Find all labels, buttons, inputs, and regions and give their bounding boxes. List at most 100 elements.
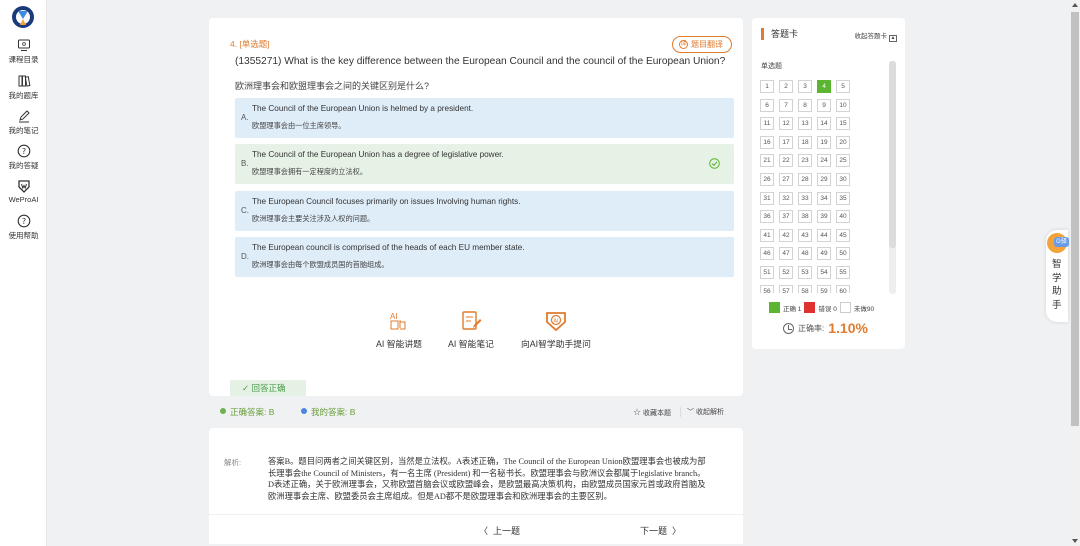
question-number-button[interactable]: 29 [817, 173, 831, 186]
question-number-button[interactable]: 43 [798, 228, 812, 242]
question-number-button[interactable]: 23 [798, 154, 812, 168]
question-number-button[interactable]: 10 [836, 98, 850, 112]
favorite-button[interactable]: ☆ 收藏本题 [633, 407, 671, 418]
question-number-button[interactable]: 52 [779, 266, 793, 279]
question-number-button[interactable]: 2 [779, 80, 793, 93]
question-number-button[interactable]: 33 [798, 191, 812, 205]
question-number-button[interactable]: 6 [760, 98, 774, 112]
question-number-button[interactable]: 12 [779, 117, 793, 131]
question-number-button[interactable]: 60 [836, 284, 850, 293]
question-number-button[interactable]: 27 [779, 173, 793, 186]
collapse-answer-sheet-button[interactable]: 收起答题卡 ▲ [855, 30, 897, 42]
option-b[interactable]: B. The Council of the European Union has… [235, 144, 734, 184]
question-number-button[interactable]: 9 [817, 98, 831, 112]
sidebar-item-weproai[interactable]: WeProAI [0, 179, 47, 204]
section-label: 单选题 [761, 63, 782, 70]
translate-button[interactable]: 译 题目翻译 [672, 36, 732, 53]
question-number-button[interactable]: 58 [798, 284, 812, 293]
sidebar-item-notes[interactable]: 我的笔记 [0, 109, 47, 136]
prev-question-button[interactable]: 〈 上一题 [479, 524, 520, 537]
question-number-button[interactable]: 40 [836, 210, 850, 224]
ai-shield-icon: AI [546, 312, 566, 332]
question-number-button[interactable]: 37 [779, 210, 793, 224]
question-number-button[interactable]: 46 [760, 247, 774, 261]
option-text-cn: 欧盟理事会拥有一定程度的立法权。 [252, 167, 368, 176]
question-number-button[interactable]: 36 [760, 210, 774, 224]
question-number-button[interactable]: 26 [760, 173, 774, 186]
question-number-button[interactable]: 54 [817, 266, 831, 279]
question-number-button[interactable]: 50 [836, 247, 850, 261]
question-number-button[interactable]: 53 [798, 266, 812, 279]
app-logo-icon[interactable] [10, 5, 36, 29]
question-number-button[interactable]: 39 [817, 210, 831, 224]
question-number-button[interactable]: 18 [798, 135, 812, 149]
question-number-button[interactable]: 31 [760, 191, 774, 205]
question-number-button[interactable]: 44 [817, 228, 831, 242]
question-number-button[interactable]: 57 [779, 284, 793, 293]
option-text-cn: 欧洲理事会主要关注涉及人权的问题。 [252, 214, 375, 223]
page-scrollbar[interactable] [1070, 0, 1080, 546]
question-number-button[interactable]: 59 [817, 284, 831, 293]
smart-assistant-button[interactable]: G驿 智学助手 [1046, 230, 1069, 322]
question-number-button[interactable]: 30 [836, 173, 850, 186]
option-a[interactable]: A. The Council of the European Union is … [235, 98, 734, 138]
question-number-button[interactable]: 4 [817, 80, 831, 93]
sidebar-item-qa[interactable]: ? 我的答疑 [0, 144, 47, 171]
question-number-button[interactable]: 13 [798, 117, 812, 131]
question-number-button[interactable]: 41 [760, 228, 774, 242]
ai-notes-button[interactable]: AI 智能笔记 [448, 310, 494, 350]
question-number-button[interactable]: 35 [836, 191, 850, 205]
question-number-button[interactable]: 11 [760, 117, 774, 131]
analysis-text: 答案B。题目问两者之间关键区别，当然是立法权。A表述正确，The Council… [268, 457, 706, 501]
ask-ai-button[interactable]: AI 向AI智学助手提问 [521, 310, 591, 350]
question-number-button[interactable]: 19 [817, 135, 831, 149]
question-number-button[interactable]: 51 [760, 266, 774, 279]
question-number-button[interactable]: 34 [817, 191, 831, 205]
question-number-button[interactable]: 7 [779, 98, 793, 112]
question-number-button[interactable]: 56 [760, 284, 774, 293]
question-number-button[interactable]: 32 [779, 191, 793, 205]
question-number-button[interactable]: 48 [798, 247, 812, 261]
answer-sheet-scrollbar[interactable] [889, 61, 896, 294]
question-number-button[interactable]: 1 [760, 80, 774, 93]
option-d[interactable]: D. The European council is comprised of … [235, 237, 734, 277]
ai-notes-label: AI 智能笔记 [448, 339, 494, 349]
option-c[interactable]: C. The European Council focuses primaril… [235, 191, 734, 231]
collapse-analysis-button[interactable]: ﹀ 收起解析 [680, 407, 724, 417]
my-answer-dot-icon [301, 408, 307, 414]
question-number-button[interactable]: 55 [836, 266, 850, 279]
question-number-button[interactable]: 15 [836, 117, 850, 131]
question-number-button[interactable]: 49 [817, 247, 831, 261]
question-number-button[interactable]: 28 [798, 173, 812, 186]
my-answer-text: 我的答案: B [311, 407, 356, 417]
sidebar-item-help[interactable]: ? 使用帮助 [0, 214, 47, 241]
question-number-button[interactable]: 5 [836, 80, 850, 93]
sidebar-item-course-catalog[interactable]: 课程目录 [0, 38, 47, 65]
page-scrollbar-thumb[interactable] [1071, 12, 1079, 426]
question-number-button[interactable]: 17 [779, 135, 793, 149]
question-number-button[interactable]: 3 [798, 80, 812, 93]
option-text-en: The European Council focuses primarily o… [252, 197, 521, 206]
question-number-button[interactable]: 20 [836, 135, 850, 149]
monitor-icon [17, 39, 30, 51]
question-number-button[interactable]: 47 [779, 247, 793, 261]
next-question-button[interactable]: 下一题 〉 [640, 524, 681, 537]
scrollbar-thumb[interactable] [889, 61, 896, 248]
sidebar-item-question-bank[interactable]: 我的题库 [0, 74, 47, 101]
question-number-button[interactable]: 14 [817, 117, 831, 131]
scroll-up-arrow-icon[interactable] [1072, 3, 1078, 7]
question-number-button[interactable]: 16 [760, 135, 774, 149]
question-number-button[interactable]: 42 [779, 228, 793, 242]
ai-explain-button[interactable]: AI AI 智能讲题 [376, 310, 422, 350]
question-number-button[interactable]: 45 [836, 228, 850, 242]
question-number-button[interactable]: 8 [798, 98, 812, 112]
question-number-button[interactable]: 38 [798, 210, 812, 224]
scroll-down-arrow-icon[interactable] [1072, 539, 1078, 543]
question-number-button[interactable]: 25 [836, 154, 850, 168]
question-number-button[interactable]: 21 [760, 154, 774, 168]
question-number-button[interactable]: 22 [779, 154, 793, 168]
svg-text:?: ? [21, 217, 25, 226]
pen-icon [18, 110, 30, 123]
my-answer: 我的答案: B [301, 406, 355, 418]
question-number-button[interactable]: 24 [817, 154, 831, 168]
